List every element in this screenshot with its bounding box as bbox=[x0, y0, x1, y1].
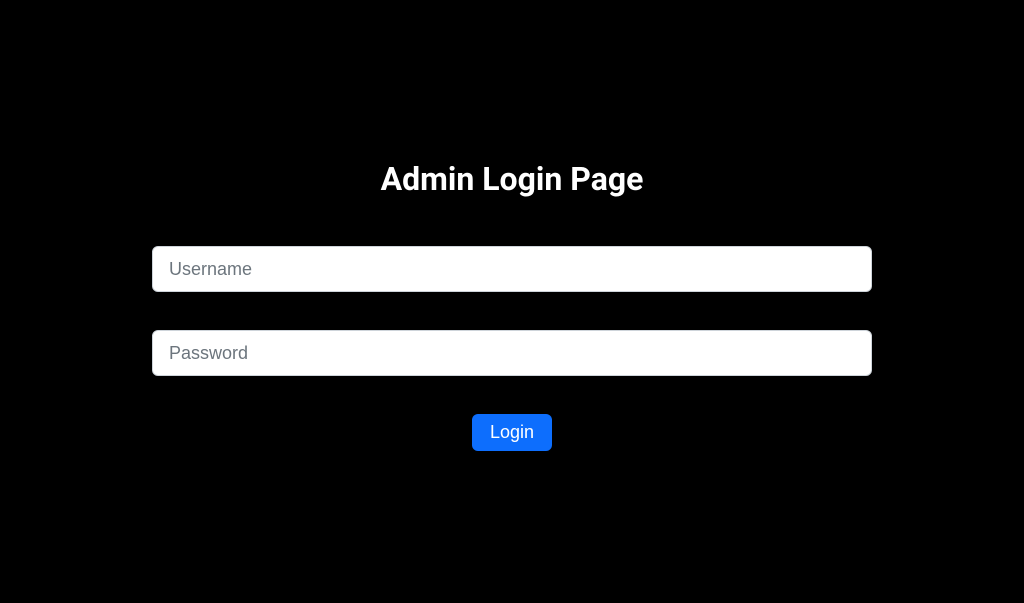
username-input[interactable] bbox=[152, 246, 872, 292]
password-input[interactable] bbox=[152, 330, 872, 376]
page-title: Admin Login Page bbox=[381, 160, 644, 198]
login-button[interactable]: Login bbox=[472, 414, 552, 451]
login-form: Login bbox=[152, 246, 872, 451]
